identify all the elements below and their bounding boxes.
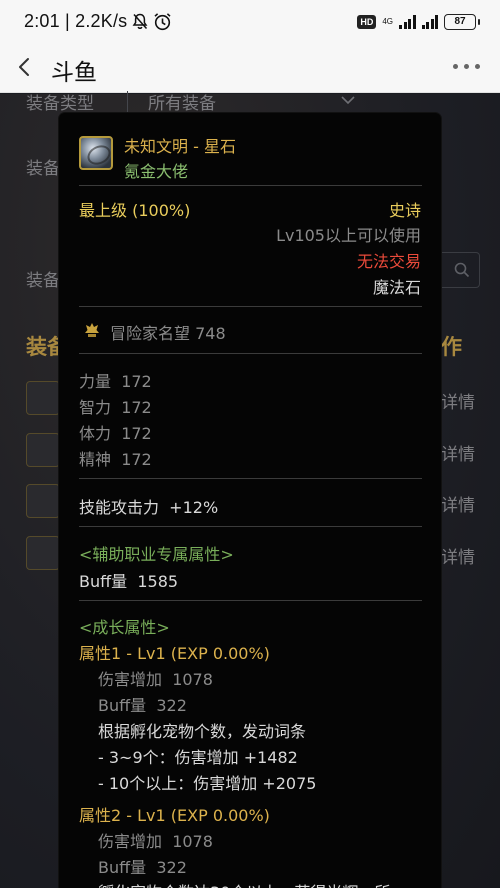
detail-link[interactable]: 详情 (441, 388, 475, 413)
signal-icon-2 (421, 15, 438, 29)
stat-row: 体力 172 (79, 424, 152, 443)
signal-icon (399, 15, 416, 29)
item-type: 魔法石 (372, 278, 421, 297)
equipment-thumb[interactable] (26, 381, 60, 415)
page-title: 斗鱼 (51, 60, 97, 86)
status-time: 2:01 | 2.2K/s (24, 11, 128, 31)
section-heading-right: 作 (441, 335, 462, 359)
equipment-thumb[interactable] (26, 536, 60, 570)
divider (79, 353, 422, 354)
divider (79, 526, 422, 527)
divider (79, 306, 422, 307)
bell-muted-icon (132, 13, 148, 29)
battery-icon: 87 (444, 14, 480, 30)
hd-badge: HD (357, 15, 377, 29)
app-header: 斗鱼 (0, 44, 500, 93)
item-name: 未知文明 - 星石 (124, 137, 236, 156)
divider (79, 478, 422, 479)
item-grade: 最上级 (100%) (79, 201, 191, 220)
search-box[interactable] (440, 252, 480, 288)
filter-label-2: 装备 (26, 159, 60, 179)
attr1-title: 属性1 - Lv1 (EXP 0.00%) (79, 644, 270, 663)
equipment-thumb[interactable] (26, 484, 60, 518)
equipment-thumb[interactable] (26, 433, 60, 467)
attr1-description: 根据孵化宠物个数，发动词条 (98, 722, 307, 741)
network-label: 4G (382, 17, 393, 26)
detail-link[interactable]: 详情 (441, 440, 475, 465)
growth-header: <成长属性> (79, 618, 170, 637)
item-category: 氪金大佬 (124, 162, 189, 181)
divider (79, 600, 422, 601)
equip-type-value[interactable]: 所有装备 (148, 89, 216, 114)
attr2-damage: 伤害增加 1078 (98, 832, 213, 851)
alarm-icon (154, 13, 171, 31)
status-bar: 2:01 | 2.2K/s HD 4G 87 (0, 0, 500, 44)
filter-separator (127, 91, 128, 113)
item-tooltip: 未知文明 - 星石 氪金大佬 最上级 (100%) 史诗 Lv105以上可以使用… (59, 113, 441, 888)
attr1-line2: - 10个以上：伤害增加 +2075 (98, 774, 317, 793)
stat-row: 力量 172 (79, 372, 152, 391)
back-arrow-icon[interactable] (14, 55, 36, 79)
stat-row: 智力 172 (79, 398, 152, 417)
trade-restriction: 无法交易 (356, 252, 421, 271)
skill-attack: 技能攻击力 +12% (79, 498, 219, 517)
attr1-buff: Buff量 322 (98, 696, 187, 715)
attr1-line1: - 3~9个：伤害增加 +1482 (98, 748, 298, 767)
detail-link[interactable]: 详情 (441, 543, 475, 568)
more-options-icon[interactable] (453, 64, 480, 69)
reputation-icon (85, 323, 99, 337)
magic-stone-icon (79, 136, 113, 170)
item-rarity: 史诗 (388, 201, 421, 220)
attr1-damage: 伤害增加 1078 (98, 670, 213, 689)
chevron-down-icon[interactable] (340, 94, 356, 106)
filter-label-3: 装备 (26, 271, 60, 291)
search-icon (454, 262, 470, 278)
level-requirement: Lv105以上可以使用 (276, 226, 421, 245)
stat-row: 精神 172 (79, 450, 152, 469)
adventurer-reputation: 冒险家名望 748 (110, 324, 226, 343)
attr2-buff: Buff量 322 (98, 858, 187, 877)
attr2-title: 属性2 - Lv1 (EXP 0.00%) (79, 806, 270, 825)
support-header: <辅助职业专属属性> (79, 545, 234, 564)
attr2-partial: 孵化宠物个数达30个以上：获得光辉，所 (98, 879, 390, 888)
buff-amount: Buff量 1585 (79, 572, 179, 591)
divider (79, 185, 422, 186)
detail-link[interactable]: 详情 (441, 491, 475, 516)
equip-type-label: 装备类型 (26, 94, 94, 114)
